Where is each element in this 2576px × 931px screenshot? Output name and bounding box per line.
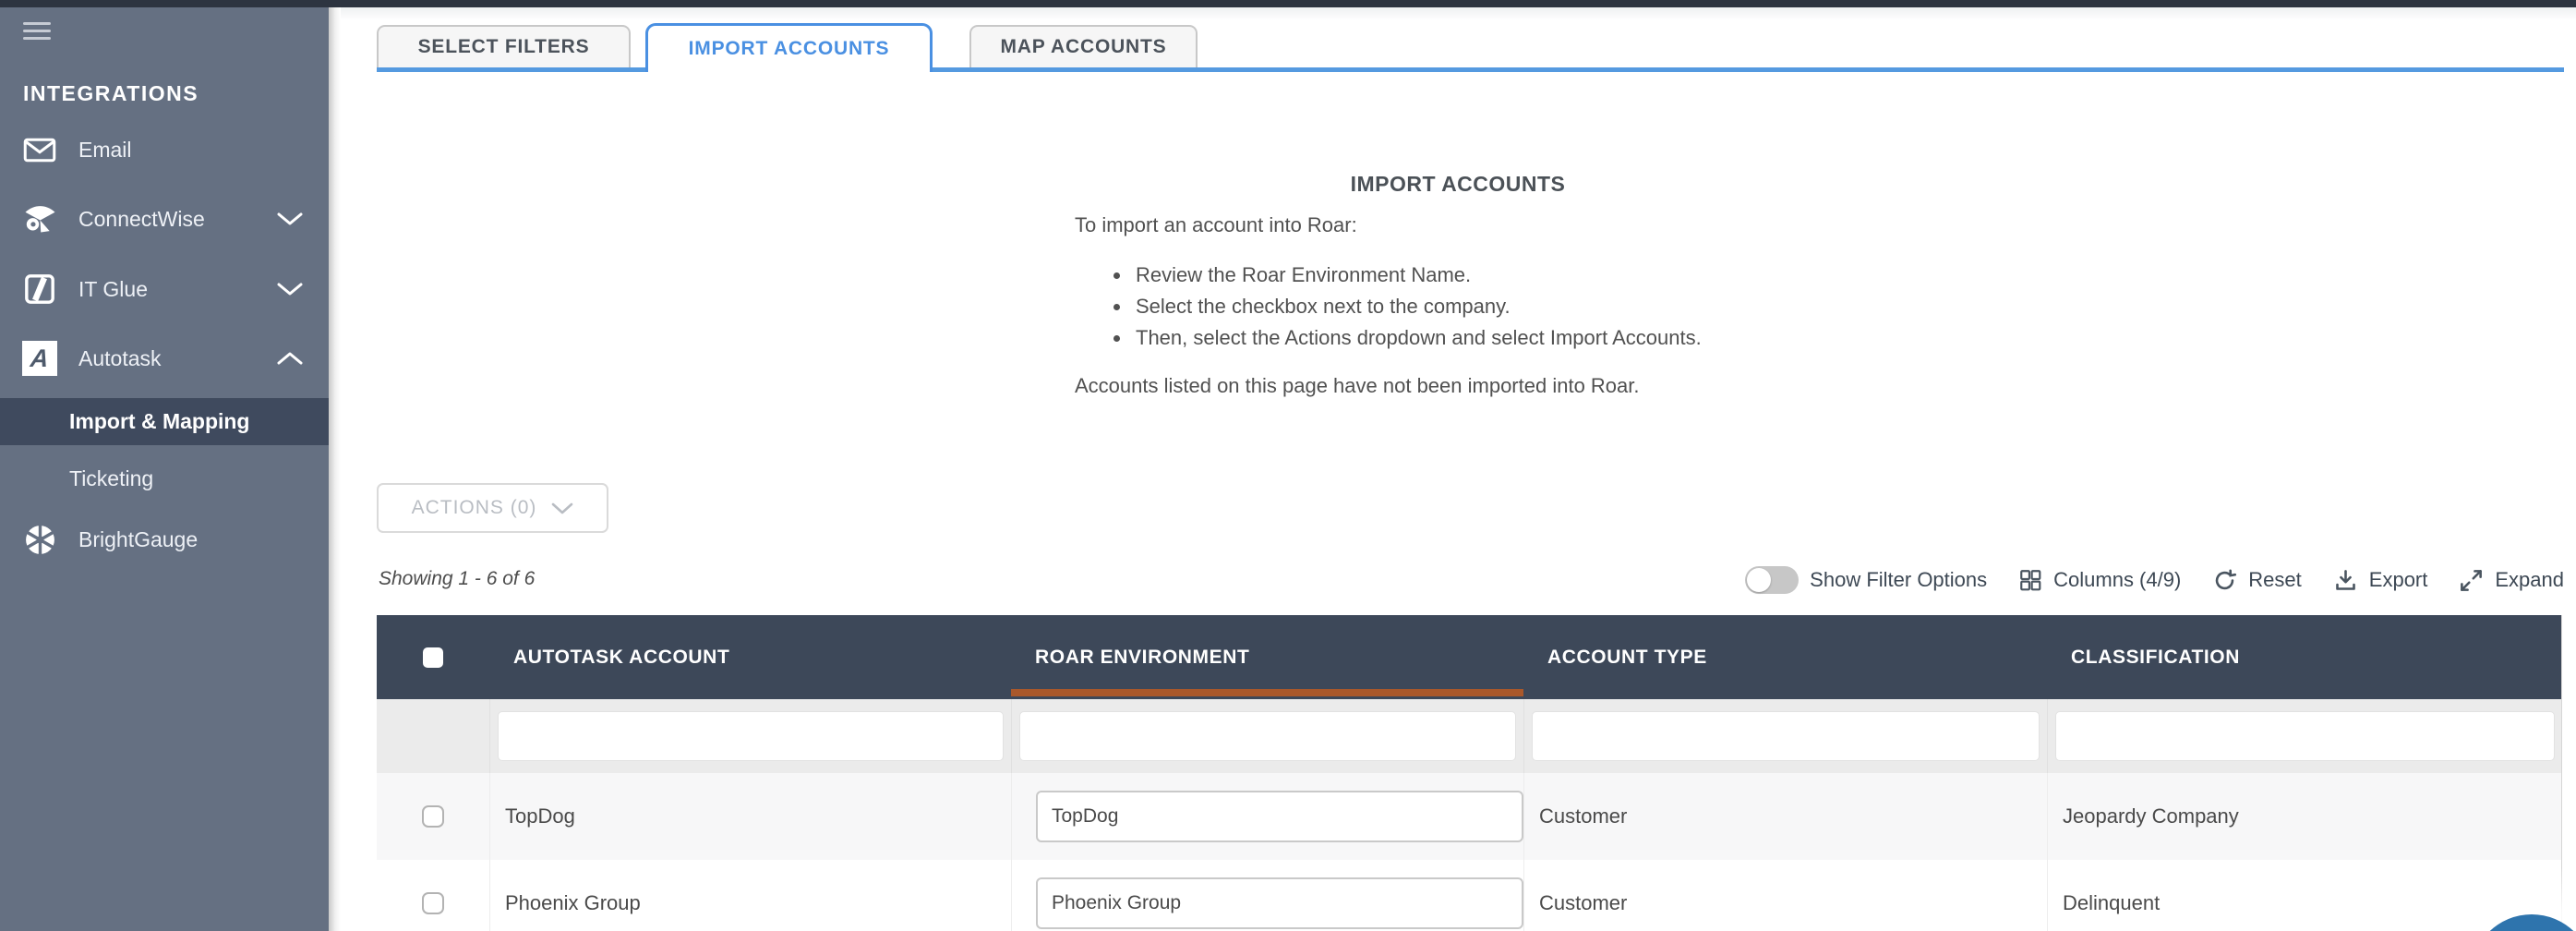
sidebar-item-email[interactable]: Email [0, 129, 329, 170]
results-summary: Showing 1 - 6 of 6 [379, 568, 536, 589]
cell-autotask-account: TopDog [489, 773, 1011, 860]
tab-map-accounts[interactable]: MAP ACCOUNTS [969, 25, 1198, 67]
sidebar-item-ticketing[interactable]: Ticketing [0, 458, 329, 499]
sidebar-item-label: Email [78, 137, 132, 162]
filter-input-account-type[interactable] [1532, 711, 2040, 761]
integrations-page: INTEGRATIONS Email ConnectWise IT Glue A… [0, 0, 2576, 931]
actions-dropdown-label: ACTIONS (0) [411, 497, 537, 518]
autotask-icon: A [21, 341, 58, 376]
sidebar-title: INTEGRATIONS [23, 81, 199, 105]
tab-select-filters[interactable]: SELECT FILTERS [377, 25, 631, 67]
table-filter-row [377, 699, 2561, 773]
sidebar-item-label: ConnectWise [78, 206, 205, 231]
tab-import-accounts[interactable]: IMPORT ACCOUNTS [645, 23, 933, 72]
top-window-edge [0, 0, 2576, 7]
cell-roar-environment [1011, 860, 1523, 931]
table-header-row: AUTOTASK ACCOUNT ROAR ENVIRONMENT ACCOUN… [377, 615, 2561, 699]
sidebar-item-import-mapping[interactable]: Import & Mapping [0, 398, 329, 445]
instructions-block: IMPORT ACCOUNTS To import an account int… [340, 172, 2576, 398]
columns-grid-icon [2018, 568, 2042, 592]
filter-cell [1523, 699, 2047, 773]
toggle-knob [1747, 568, 1772, 592]
toggle-label: Show Filter Options [1810, 568, 1988, 591]
sidebar-item-connectwise[interactable]: ConnectWise [0, 199, 329, 239]
table-row: Phoenix Group Customer Delinquent [377, 860, 2561, 931]
export-button[interactable]: Export [2333, 568, 2428, 593]
instructions-intro: To import an account into Roar: [1075, 213, 1357, 236]
table-row: TopDog Customer Jeopardy Company [377, 773, 2561, 860]
column-header-roar-environment[interactable]: ROAR ENVIRONMENT [1011, 615, 1523, 699]
itglue-icon [21, 273, 58, 305]
table-toolbar: Show Filter Options Columns (4/9) Reset … [1745, 560, 2564, 600]
row-checkbox-cell [377, 773, 489, 860]
sidebar-item-autotask[interactable]: A Autotask [0, 338, 329, 379]
sidebar-item-brightgauge[interactable]: BrightGauge [0, 519, 329, 560]
brightgauge-icon [21, 523, 58, 557]
export-label: Export [2368, 568, 2428, 591]
filter-checkbox-cell [377, 699, 489, 773]
cell-account-type: Customer [1523, 860, 2047, 931]
sidebar-item-itglue[interactable]: IT Glue [0, 269, 329, 309]
column-header-classification[interactable]: CLASSIFICATION [2047, 615, 2562, 699]
cell-autotask-account: Phoenix Group [489, 860, 1011, 931]
chevron-down-icon[interactable] [277, 212, 305, 225]
reset-refresh-icon [2212, 568, 2237, 593]
accounts-table: AUTOTASK ACCOUNT ROAR ENVIRONMENT ACCOUN… [377, 615, 2562, 931]
expand-button[interactable]: Expand [2459, 568, 2564, 593]
email-icon [21, 138, 58, 163]
filter-input-roar-environment[interactable] [1019, 711, 1516, 761]
cell-classification: Jeopardy Company [2047, 773, 2562, 860]
cell-roar-environment [1011, 773, 1523, 860]
reset-label: Reset [2248, 568, 2302, 591]
sidebar-scrollbar[interactable] [329, 0, 341, 931]
roar-environment-input[interactable] [1036, 877, 1523, 929]
filter-options-toggle[interactable] [1745, 566, 1800, 594]
cell-account-type: Customer [1523, 773, 2047, 860]
filter-input-autotask-account[interactable] [498, 711, 1004, 761]
sidebar-item-label: Ticketing [69, 466, 154, 490]
instructions-footer: Accounts listed on this page have not be… [1075, 374, 1640, 397]
sidebar-item-label: IT Glue [78, 276, 148, 301]
chevron-down-icon [551, 502, 573, 514]
header-checkbox-cell [377, 615, 489, 699]
roar-environment-input[interactable] [1036, 791, 1523, 842]
instructions-list: Review the Roar Environment Name. Select… [1132, 260, 1841, 354]
instructions-bullet: Review the Roar Environment Name. [1132, 260, 1841, 291]
chevron-up-icon[interactable] [277, 352, 305, 365]
sidebar-item-label: BrightGauge [78, 526, 199, 551]
expand-label: Expand [2495, 568, 2564, 591]
select-all-checkbox[interactable] [423, 647, 443, 668]
actions-dropdown-button[interactable]: ACTIONS (0) [377, 483, 608, 533]
filter-input-classification[interactable] [2055, 711, 2555, 761]
reset-button[interactable]: Reset [2212, 568, 2302, 593]
column-header-account-type[interactable]: ACCOUNT TYPE [1523, 615, 2047, 699]
columns-label: Columns (4/9) [2053, 568, 2182, 591]
page-title: IMPORT ACCOUNTS [1350, 172, 1566, 196]
connectwise-icon [21, 204, 58, 234]
expand-arrows-icon [2459, 568, 2484, 593]
instructions-bullet: Then, select the Actions dropdown and se… [1132, 322, 1841, 354]
row-checkbox[interactable] [422, 805, 444, 828]
sidebar: INTEGRATIONS Email ConnectWise IT Glue A… [0, 0, 329, 931]
chevron-down-icon[interactable] [277, 283, 305, 296]
column-header-autotask-account[interactable]: AUTOTASK ACCOUNT [489, 615, 1011, 699]
sidebar-item-label: Autotask [78, 345, 162, 370]
columns-button[interactable]: Columns (4/9) [2018, 568, 2181, 592]
instructions-bullet: Select the checkbox next to the company. [1132, 291, 1841, 322]
row-checkbox[interactable] [422, 892, 444, 914]
filter-cell [2047, 699, 2562, 773]
row-checkbox-cell [377, 860, 489, 931]
hamburger-menu-icon[interactable] [23, 22, 53, 42]
filter-cell [489, 699, 1011, 773]
top-fade [329, 7, 2576, 20]
sidebar-item-label: Import & Mapping [69, 409, 250, 433]
filter-cell [1011, 699, 1523, 773]
show-filter-options-control: Show Filter Options [1745, 566, 1987, 594]
download-icon [2333, 568, 2358, 593]
